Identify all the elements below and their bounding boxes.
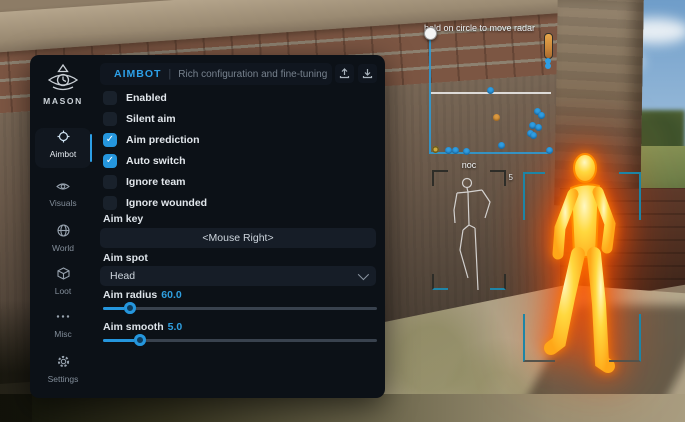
ellipsis-icon (56, 310, 70, 323)
radar-blip-blue (546, 147, 553, 154)
checkbox-silent-aim[interactable]: ✓ Silent aim (103, 111, 303, 126)
aim-radius-label-row: Aim radius 60.0 (103, 289, 182, 301)
radar-blip-blue (487, 87, 494, 94)
left-shadow (0, 300, 32, 422)
globe-icon (57, 224, 70, 237)
radar-blip-blue (498, 142, 505, 149)
mason-eye-icon (46, 63, 80, 93)
sidebar: MASON Aimbot Visuals (30, 55, 96, 398)
radar-blip-blue (452, 147, 459, 154)
crate-icon (57, 267, 70, 280)
aim-smooth-slider[interactable] (103, 334, 377, 346)
checkbox-ignore-wounded[interactable]: ✓ Ignore wounded (103, 195, 303, 210)
aim-key-bind-button[interactable]: <Mouse Right> (100, 228, 376, 248)
section-header: AIMBOT | Rich configuration and fine-tun… (100, 63, 332, 85)
sidebar-item-misc[interactable]: Misc (35, 308, 91, 346)
checkbox-box[interactable]: ✓ (103, 196, 117, 210)
esp-corner (432, 274, 448, 290)
checkbox-box[interactable]: ✓ (103, 112, 117, 126)
aim-smooth-label-row: Aim smooth 5.0 (103, 321, 182, 333)
download-icon (362, 68, 373, 79)
slider-thumb[interactable] (134, 334, 146, 346)
chevron-down-icon (358, 269, 369, 280)
checkbox-box[interactable]: ✓ (103, 175, 117, 189)
checkbox-box[interactable]: ✓ (103, 133, 117, 147)
sidebar-item-settings[interactable]: Settings (35, 353, 91, 391)
aim-radius-slider[interactable] (103, 302, 377, 314)
game-screen: noc 5 hold on circle to move radar (0, 0, 685, 422)
esp-corner (490, 274, 506, 290)
ground-shadow-strip (0, 394, 685, 422)
enemy-dot-marker (545, 63, 551, 69)
radar-blip-blue (463, 148, 470, 155)
radar-hint-text: hold on circle to move radar (424, 23, 535, 33)
esp-corner (619, 172, 641, 220)
export-config-button[interactable] (335, 64, 354, 83)
enemy-esp-box (523, 172, 641, 362)
sidebar-item-aimbot[interactable]: Aimbot (35, 128, 91, 168)
cheat-menu-panel: MASON Aimbot Visuals (30, 55, 385, 398)
radar-blip-blue (445, 147, 452, 154)
import-config-button[interactable] (358, 64, 377, 83)
section-subtitle: Rich configuration and fine-tuning (178, 69, 327, 80)
radar-blip-blue (535, 124, 542, 131)
aim-radius-value: 60.0 (161, 289, 181, 301)
check-icon: ✓ (106, 156, 114, 166)
checkbox-enabled[interactable]: ✓ Enabled (103, 90, 303, 105)
eye-icon (56, 181, 70, 192)
esp-corner (609, 314, 641, 362)
checkbox-auto-switch[interactable]: ✓ Auto switch (103, 153, 303, 168)
aim-spot-select[interactable]: Head (100, 266, 376, 286)
offscreen-enemy-indicator (544, 33, 552, 69)
aim-spot-label: Aim spot (103, 252, 148, 264)
esp-corner (490, 170, 506, 186)
radar-blip-blue (530, 132, 537, 139)
brand-logo: MASON (30, 63, 96, 106)
skeleton-esp-box: noc 5 (432, 170, 506, 290)
esp-corner (523, 172, 545, 220)
aim-spot-value: Head (110, 270, 135, 282)
sidebar-item-loot[interactable]: Loot (35, 265, 91, 303)
esp-corner (523, 314, 555, 362)
esp-corner (432, 170, 448, 186)
checkbox-ignore-team[interactable]: ✓ Ignore team (103, 174, 303, 189)
sidebar-item-visuals[interactable]: Visuals (35, 179, 91, 217)
checkbox-box[interactable]: ✓ (103, 154, 117, 168)
checkbox-box[interactable]: ✓ (103, 91, 117, 105)
radar-move-handle[interactable] (424, 27, 437, 40)
target-distance-label: 5 (509, 173, 513, 182)
enemy-capsule-marker (544, 33, 553, 59)
radar-blip-blue (538, 112, 545, 119)
slider-thumb[interactable] (124, 302, 136, 314)
sidebar-item-world[interactable]: World (35, 222, 91, 260)
aim-key-label: Aim key (103, 213, 143, 225)
crosshair-icon (57, 130, 70, 143)
target-name-label: noc (432, 160, 506, 170)
brand-name: MASON (30, 96, 96, 106)
gear-icon (57, 355, 70, 368)
check-icon: ✓ (106, 135, 114, 145)
radar-blip-yellow (432, 146, 439, 153)
checkbox-aim-prediction[interactable]: ✓ Aim prediction (103, 132, 303, 147)
aim-smooth-value: 5.0 (168, 321, 183, 333)
section-title: AIMBOT (114, 68, 161, 80)
radar (429, 37, 551, 154)
radar-blip-orange (493, 114, 500, 121)
upload-icon (339, 68, 350, 79)
